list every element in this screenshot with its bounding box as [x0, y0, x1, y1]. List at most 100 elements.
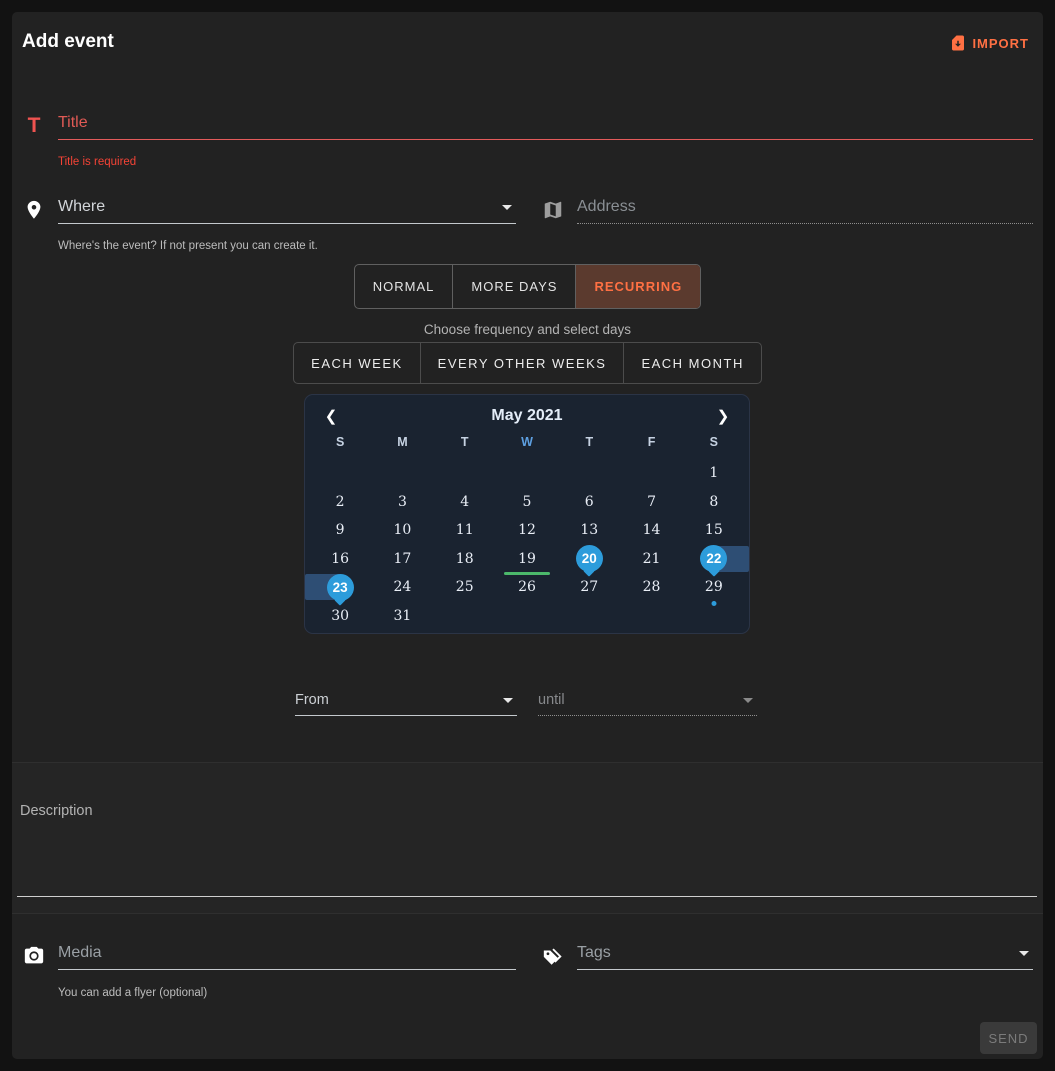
calendar-day-empty: [620, 602, 682, 631]
calendar-day[interactable]: 17: [371, 545, 433, 574]
tab-more-days[interactable]: MORE DAYS: [452, 265, 575, 308]
where-select[interactable]: Where: [58, 198, 516, 224]
description-textarea[interactable]: [17, 896, 1037, 897]
calendar-day-empty: [558, 602, 620, 631]
calendar-day-headers: S M T W T F S: [309, 435, 745, 459]
media-helper-text: You can add a flyer (optional): [58, 987, 207, 999]
calendar: ❮ May 2021 ❯ S M T W T F S 1234567891011…: [304, 394, 750, 634]
tags-select[interactable]: Tags: [577, 944, 1033, 970]
calendar-day[interactable]: 11: [434, 516, 496, 545]
calendar-day-number: 15: [705, 522, 723, 538]
calendar-day[interactable]: 9: [309, 516, 371, 545]
calendar-day[interactable]: 21: [620, 545, 682, 574]
frequency-tabs: EACH WEEK EVERY OTHER WEEKS EACH MONTH: [12, 342, 1043, 384]
calendar-day[interactable]: 18: [434, 545, 496, 574]
calendar-prev-icon[interactable]: ❮: [317, 402, 345, 430]
calendar-day[interactable]: 7: [620, 488, 682, 517]
tab-each-week[interactable]: EACH WEEK: [294, 343, 420, 383]
calendar-day-number: 6: [585, 494, 594, 510]
calendar-day[interactable]: 24: [371, 573, 433, 602]
dow-saturday: S: [683, 435, 745, 459]
import-button-label: IMPORT: [972, 36, 1029, 51]
calendar-day[interactable]: 13: [558, 516, 620, 545]
calendar-day[interactable]: 22: [683, 545, 745, 574]
calendar-day[interactable]: 16: [309, 545, 371, 574]
calendar-day[interactable]: 1: [683, 459, 745, 488]
calendar-day[interactable]: 28: [620, 573, 682, 602]
chevron-down-icon: [743, 698, 753, 703]
calendar-day-number: 7: [647, 494, 656, 510]
from-select[interactable]: From: [295, 692, 517, 716]
calendar-day[interactable]: 31: [371, 602, 433, 631]
calendar-week-row: 1: [309, 459, 745, 488]
tab-normal[interactable]: NORMAL: [355, 265, 453, 308]
title-icon: T: [22, 114, 46, 138]
calendar-day[interactable]: 12: [496, 516, 558, 545]
dow-sunday: S: [309, 435, 371, 459]
media-input[interactable]: Media: [58, 944, 516, 970]
location-pin-icon: [22, 198, 46, 222]
calendar-day-number: 29: [705, 579, 723, 595]
calendar-day-number: 12: [518, 522, 536, 538]
until-select: until: [538, 692, 757, 716]
calendar-day-number: 30: [331, 608, 349, 624]
where-helper-text: Where's the event? If not present you ca…: [58, 240, 318, 252]
calendar-day-number: 17: [394, 551, 412, 567]
calendar-day[interactable]: 20: [558, 545, 620, 574]
event-type-tabs: NORMAL MORE DAYS RECURRING: [12, 264, 1043, 309]
calendar-day[interactable]: 4: [434, 488, 496, 517]
calendar-day-empty: [496, 602, 558, 631]
tags-field-row: Tags: [541, 944, 1033, 970]
title-input[interactable]: Title: [58, 114, 1033, 140]
calendar-day[interactable]: 29: [683, 573, 745, 602]
calendar-day-number: 16: [331, 551, 349, 567]
calendar-day-number: 14: [643, 522, 661, 538]
tags-icon: [541, 944, 565, 968]
calendar-week-row: 30 31: [309, 602, 745, 631]
calendar-day-empty: [496, 459, 558, 488]
description-section: Description: [12, 762, 1043, 914]
calendar-week-row: 910 11 12 13 14 15: [309, 516, 745, 545]
import-button[interactable]: IMPORT: [949, 34, 1029, 52]
calendar-grid: 1234567891011121314151617181920212223242…: [309, 459, 745, 630]
tab-each-month[interactable]: EACH MONTH: [623, 343, 760, 383]
calendar-day[interactable]: 8: [683, 488, 745, 517]
description-placeholder: Description: [20, 803, 93, 819]
calendar-day[interactable]: 14: [620, 516, 682, 545]
calendar-day-number: 2: [336, 494, 345, 510]
calendar-day[interactable]: 30: [309, 602, 371, 631]
calendar-day[interactable]: 2: [309, 488, 371, 517]
calendar-day-empty: [309, 459, 371, 488]
calendar-day[interactable]: 15: [683, 516, 745, 545]
calendar-day[interactable]: 23: [309, 573, 371, 602]
calendar-day[interactable]: 19: [496, 545, 558, 574]
calendar-day[interactable]: 10: [371, 516, 433, 545]
camera-icon: [22, 944, 46, 968]
from-placeholder: From: [295, 692, 329, 708]
calendar-day[interactable]: 25: [434, 573, 496, 602]
map-icon: [541, 198, 565, 222]
calendar-day[interactable]: 27: [558, 573, 620, 602]
calendar-next-icon[interactable]: ❯: [709, 402, 737, 430]
file-download-icon: [949, 34, 967, 52]
where-field-row: Where: [22, 198, 516, 224]
calendar-day-number: 8: [709, 494, 718, 510]
add-event-dialog: Add event IMPORT T Title Title is requir…: [12, 12, 1043, 1059]
media-field-row: Media: [22, 944, 516, 970]
tab-every-other-weeks[interactable]: EVERY OTHER WEEKS: [420, 343, 624, 383]
dow-tuesday: T: [434, 435, 496, 459]
tab-recurring[interactable]: RECURRING: [575, 265, 700, 308]
calendar-day-number: 25: [456, 579, 474, 595]
calendar-day[interactable]: 26: [496, 573, 558, 602]
calendar-day[interactable]: 5: [496, 488, 558, 517]
address-placeholder: Address: [577, 198, 636, 216]
send-button[interactable]: SEND: [980, 1022, 1037, 1054]
calendar-day-number: 1: [709, 465, 718, 481]
calendar-day[interactable]: 3: [371, 488, 433, 517]
frequency-caption: Choose frequency and select days: [12, 322, 1043, 337]
calendar-day-number: 11: [456, 522, 474, 538]
dow-friday: F: [620, 435, 682, 459]
title-field-row: T Title: [22, 114, 1033, 140]
calendar-day[interactable]: 6: [558, 488, 620, 517]
dow-thursday: T: [558, 435, 620, 459]
